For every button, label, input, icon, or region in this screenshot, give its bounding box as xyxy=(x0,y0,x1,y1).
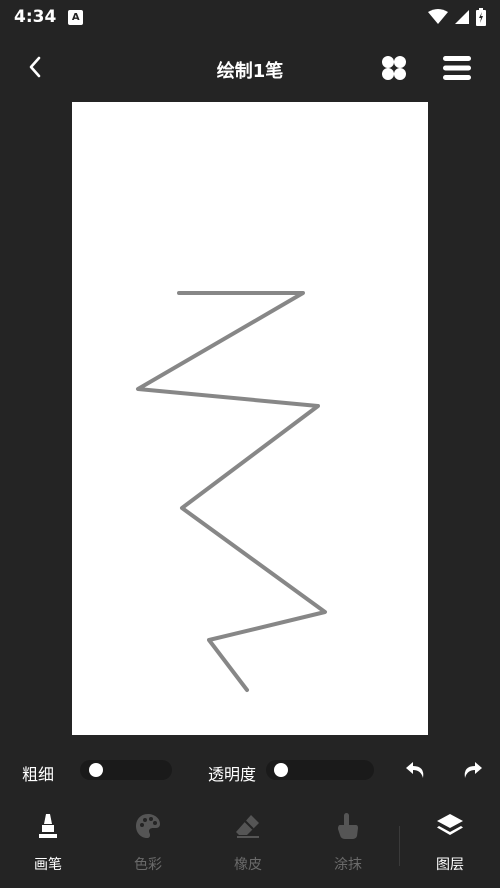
opacity-slider-thumb[interactable] xyxy=(274,763,288,777)
thickness-label: 粗细 xyxy=(22,765,55,784)
smudge-finger-icon xyxy=(332,810,364,842)
layers-icon xyxy=(434,810,466,842)
opacity-label: 透明度 xyxy=(208,765,257,784)
tool-smudge-label: 涂抹 xyxy=(334,857,362,873)
undo-icon xyxy=(406,762,424,778)
drawing-canvas[interactable] xyxy=(72,102,428,735)
tool-color-label: 色彩 xyxy=(134,857,162,873)
redo-button[interactable] xyxy=(458,756,486,784)
tool-color[interactable]: 色彩 xyxy=(108,810,188,880)
thickness-slider-thumb[interactable] xyxy=(89,763,103,777)
four-petal-grid-icon xyxy=(382,56,406,80)
signal-icon xyxy=(455,10,469,24)
brush-library-button[interactable] xyxy=(378,52,410,84)
hamburger-menu-icon xyxy=(443,56,471,80)
undo-button[interactable] xyxy=(402,756,430,784)
thickness-slider[interactable] xyxy=(80,760,172,780)
page-title: 绘制1笔 xyxy=(216,61,284,82)
palette-icon xyxy=(132,810,164,842)
status-icons xyxy=(428,8,486,26)
status-bar: 4:34 A xyxy=(0,0,500,34)
tool-brush[interactable]: 画笔 xyxy=(8,810,88,880)
eraser-icon xyxy=(232,810,264,842)
redo-icon xyxy=(464,762,482,778)
menu-button[interactable] xyxy=(440,52,474,84)
tool-eraser-label: 橡皮 xyxy=(234,857,262,873)
marker-icon xyxy=(32,810,64,842)
tool-brush-label: 画笔 xyxy=(34,857,62,873)
toolbar-divider xyxy=(399,826,400,866)
opacity-slider[interactable] xyxy=(266,760,374,780)
notification-badge-icon: A xyxy=(68,9,84,25)
top-app-bar: 绘制1笔 xyxy=(0,34,500,102)
tool-layers-label: 图层 xyxy=(436,857,464,873)
tool-smudge[interactable]: 涂抹 xyxy=(308,810,388,880)
brush-controls: 粗细 透明度 xyxy=(0,750,500,790)
status-time: 4:34 xyxy=(14,7,57,27)
wifi-icon xyxy=(428,9,448,24)
tool-layers[interactable]: 图层 xyxy=(410,810,490,880)
drawn-stroke xyxy=(136,291,327,692)
battery-icon xyxy=(476,8,486,26)
bottom-toolbar: 画笔 色彩 橡皮 涂抹 图层 xyxy=(0,800,500,888)
tool-eraser[interactable]: 橡皮 xyxy=(208,810,288,880)
